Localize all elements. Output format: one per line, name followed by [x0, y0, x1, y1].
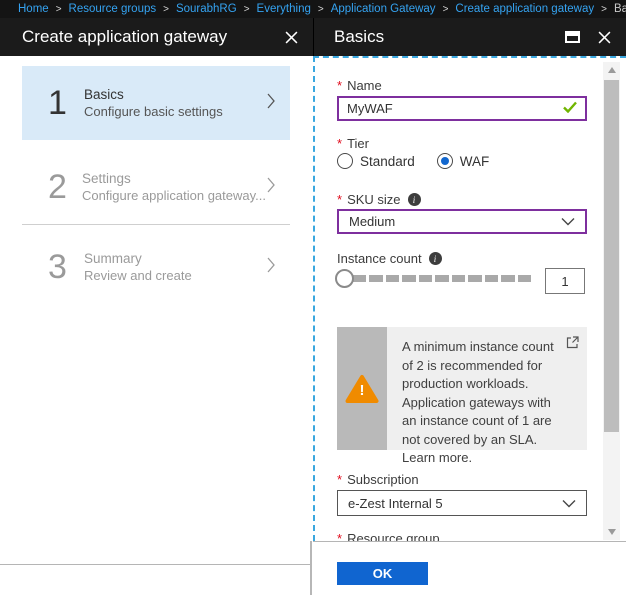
- basics-blade-title: Basics: [334, 27, 385, 46]
- step-summary[interactable]: 3 Summary Review and create: [22, 236, 290, 298]
- create-gateway-blade-body: 1 Basics Configure basic settings 2 Sett…: [0, 56, 313, 595]
- tier-radio-group: Standard WAF: [337, 153, 489, 169]
- required-asterisk: *: [337, 78, 343, 93]
- warning-triangle-icon: !: [345, 374, 379, 404]
- close-icon[interactable]: [596, 29, 612, 45]
- breadcrumb-link-everything[interactable]: Everything: [257, 3, 311, 15]
- warning-message-area: A minimum instance count of 2 is recomme…: [387, 327, 587, 465]
- name-input-value: MyWAF: [347, 101, 393, 116]
- chevron-right-icon: [266, 256, 276, 279]
- azure-portal-screen: Home > Resource groups > SourabhRG > Eve…: [0, 0, 626, 595]
- basics-blade-body: * Name MyWAF * Tier Standard WAF * SKU s…: [313, 56, 626, 595]
- step-subtitle: Review and create: [84, 268, 192, 283]
- step-subtitle: Configure basic settings: [84, 104, 223, 119]
- breadcrumb-link-home[interactable]: Home: [18, 3, 49, 15]
- breadcrumb-separator: >: [442, 3, 449, 15]
- maximize-icon[interactable]: [564, 29, 580, 45]
- required-asterisk: *: [337, 136, 343, 151]
- breadcrumb-link-resource-groups[interactable]: Resource groups: [69, 3, 157, 15]
- breadcrumb-separator: >: [55, 3, 62, 15]
- vertical-scrollbar: [603, 62, 620, 540]
- instance-count-slider-track[interactable]: [353, 275, 531, 282]
- step-subtitle: Configure application gateway...: [81, 188, 266, 203]
- radio-waf[interactable]: [436, 153, 453, 169]
- radio-waf-label[interactable]: WAF: [460, 154, 490, 169]
- chevron-right-icon: [266, 92, 276, 115]
- basics-blade-footer: OK: [313, 541, 626, 595]
- name-label: * Name: [337, 78, 382, 93]
- warning-icon-column: !: [337, 327, 387, 450]
- info-icon[interactable]: i: [428, 252, 442, 265]
- step-number: 3: [48, 247, 67, 286]
- radio-standard-label[interactable]: Standard: [360, 154, 415, 169]
- sku-size-select[interactable]: Medium: [337, 209, 587, 234]
- sku-size-label: * SKU size i: [337, 192, 421, 207]
- name-input[interactable]: MyWAF: [337, 96, 587, 121]
- chevron-right-icon: [266, 176, 276, 199]
- breadcrumb-current: Basics: [613, 3, 626, 15]
- step-title: Summary: [84, 251, 142, 266]
- breadcrumb-separator: >: [163, 3, 169, 15]
- required-asterisk: *: [337, 472, 343, 487]
- breadcrumb-link-application-gateway[interactable]: Application Gateway: [331, 3, 436, 15]
- sla-warning-banner: ! A minimum instance count of 2 is recom…: [337, 327, 587, 465]
- chevron-down-icon: [562, 496, 576, 511]
- scroll-down-icon[interactable]: [603, 524, 620, 540]
- create-gateway-blade-header: Create application gateway: [0, 18, 313, 56]
- blade-edge-divider: [310, 541, 312, 595]
- breadcrumb-separator: >: [317, 3, 324, 15]
- step-settings[interactable]: 2 Settings Configure application gateway…: [22, 156, 290, 218]
- scroll-up-icon[interactable]: [603, 62, 620, 78]
- close-icon[interactable]: [283, 29, 299, 45]
- create-gateway-blade-title: Create application gateway: [22, 27, 228, 46]
- scrollbar-thumb[interactable]: [604, 80, 619, 432]
- breadcrumb-link-sourabhrg[interactable]: SourabhRG: [176, 3, 237, 15]
- valid-check-icon: [563, 101, 577, 116]
- open-external-icon[interactable]: [566, 336, 579, 354]
- step-number: 2: [48, 167, 67, 206]
- subscription-value: e-Zest Internal 5: [348, 495, 443, 511]
- breadcrumb-separator: >: [601, 3, 607, 15]
- info-icon[interactable]: i: [407, 193, 421, 206]
- radio-standard[interactable]: [337, 153, 353, 169]
- instance-count-value-box[interactable]: 1: [545, 268, 585, 294]
- basics-form: * Name MyWAF * Tier Standard WAF * SKU s…: [313, 56, 626, 541]
- instance-count-value: 1: [561, 273, 569, 289]
- step-title: Settings: [81, 171, 131, 186]
- instance-count-slider-handle[interactable]: [335, 269, 354, 288]
- resource-group-label: * Resource group: [337, 531, 440, 541]
- exclamation-glyph: !: [359, 381, 365, 399]
- required-asterisk: *: [337, 192, 343, 207]
- subscription-label: * Subscription: [337, 472, 419, 487]
- step-basics[interactable]: 1 Basics Configure basic settings: [22, 66, 290, 140]
- warning-text: A minimum instance count of 2 is recomme…: [402, 339, 554, 465]
- step-title: Basics: [84, 87, 124, 102]
- breadcrumb-separator: >: [243, 3, 250, 15]
- subscription-select[interactable]: e-Zest Internal 5: [337, 490, 587, 516]
- instance-count-label: Instance count i: [337, 251, 442, 266]
- breadcrumb-link-create-application-gateway[interactable]: Create application gateway: [455, 3, 594, 15]
- ok-button[interactable]: OK: [337, 562, 428, 585]
- breadcrumb: Home > Resource groups > SourabhRG > Eve…: [0, 0, 626, 18]
- chevron-down-icon: [561, 214, 575, 229]
- left-footer-divider: [0, 564, 311, 565]
- step-divider: [22, 224, 290, 225]
- basics-blade-header: Basics: [313, 18, 626, 56]
- required-asterisk: *: [337, 531, 343, 541]
- tier-label: * Tier: [337, 136, 369, 151]
- step-number: 1: [48, 83, 67, 122]
- sku-size-value: Medium: [349, 214, 396, 229]
